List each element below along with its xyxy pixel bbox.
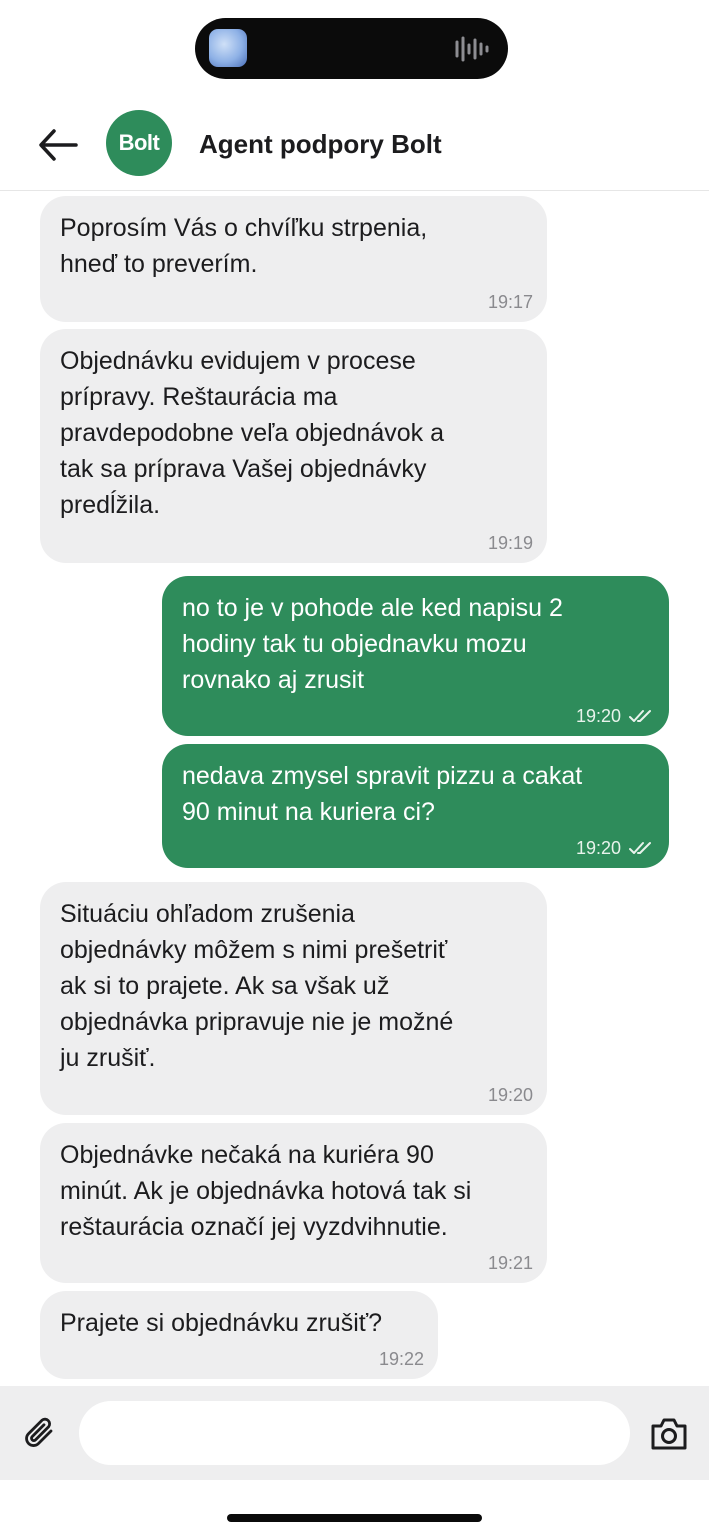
chat-header: Bolt Agent podpory Bolt	[0, 100, 709, 191]
message-incoming: Poprosím Vás o chvíľku strpenia, hneď to…	[40, 196, 547, 322]
message-incoming: Situáciu ohľadom zrušenia objednávky môž…	[40, 882, 547, 1115]
message-time: 19:17	[487, 292, 533, 312]
dynamic-island	[195, 18, 508, 79]
message-input[interactable]	[79, 1401, 630, 1465]
message-time: 19:20	[575, 706, 621, 726]
camera-button[interactable]	[649, 1416, 689, 1452]
message-text: no to je v pohode ale ked napisu 2 hodin…	[182, 594, 563, 694]
double-check-icon	[629, 842, 651, 854]
now-playing-thumbnail	[209, 29, 247, 67]
message-text: Poprosím Vás o chvíľku strpenia, hneď to…	[60, 214, 428, 278]
chat-title: Agent podpory Bolt	[199, 129, 442, 159]
back-arrow-icon	[39, 129, 78, 161]
double-check-icon	[629, 710, 651, 722]
message-text: nedava zmysel spravit pizzu a cakat 90 m…	[182, 762, 583, 826]
message-incoming: Objednávke nečaká na kuriéra 90 minút. A…	[40, 1123, 547, 1283]
back-button[interactable]	[36, 125, 80, 165]
attach-button[interactable]	[22, 1415, 58, 1451]
message-outgoing: nedava zmysel spravit pizzu a cakat 90 m…	[162, 744, 669, 868]
message-incoming: Objednávku evidujem v procese prípravy. …	[40, 329, 547, 563]
message-outgoing: no to je v pohode ale ked napisu 2 hodin…	[162, 576, 669, 736]
message-composer	[0, 1386, 709, 1480]
message-time: 19:20	[487, 1085, 533, 1105]
camera-icon	[651, 1418, 687, 1450]
message-text: Prajete si objednávku zrušiť?	[60, 1309, 383, 1337]
message-time: 19:20	[575, 838, 621, 858]
paperclip-icon	[25, 1417, 53, 1447]
message-text: Situáciu ohľadom zrušenia objednávky môž…	[60, 900, 454, 1072]
message-text: Objednávku evidujem v procese prípravy. …	[60, 347, 444, 519]
message-time: 19:19	[487, 533, 533, 553]
message-time: 19:22	[378, 1349, 424, 1369]
message-text: Objednávke nečaká na kuriéra 90 minút. A…	[60, 1141, 472, 1241]
home-indicator	[227, 1514, 482, 1522]
message-time: 19:21	[487, 1253, 533, 1273]
message-incoming: Prajete si objednávku zrušiť? 19:22	[40, 1291, 438, 1379]
avatar: Bolt	[106, 110, 172, 176]
audio-waveform-icon	[455, 36, 489, 62]
